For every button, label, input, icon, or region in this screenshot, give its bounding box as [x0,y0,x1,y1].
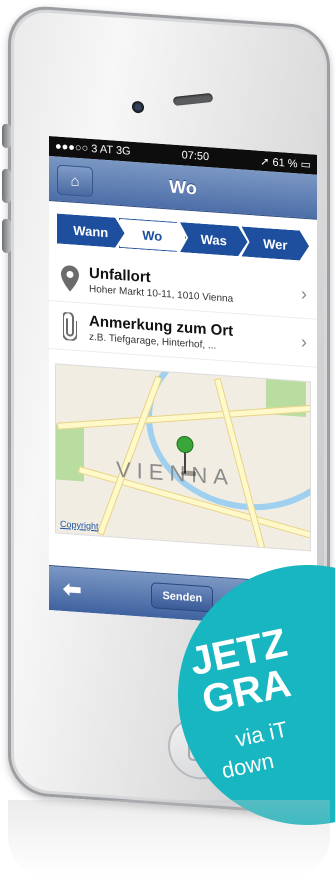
phone-screen: ●●●○○ 3 AT 3G 07:50 ➚ 61 % ▭ ⌂ Wo Wann W… [49,136,317,629]
earpiece-speaker [172,92,214,107]
send-button[interactable]: Senden [151,582,214,613]
step-tabs: Wann Wo Was Wer [57,214,309,262]
chevron-right-icon: › [301,331,307,353]
map-copyright-link[interactable]: Copyright [60,519,99,532]
volume-up-button [2,168,11,204]
chevron-right-icon: › [301,283,307,305]
map-pin-icon[interactable] [174,435,199,482]
front-camera [132,100,144,114]
location-pin-icon [59,263,81,293]
home-icon: ⌂ [70,172,80,190]
back-arrow-icon[interactable]: ⬅ [63,576,81,603]
battery-indicator: ➚ 61 % ▭ [260,155,311,171]
tab-was[interactable]: Was [180,222,248,257]
map-view[interactable]: VIENNA Copyright [55,363,311,552]
tab-wann[interactable]: Wann [57,214,125,249]
clock: 07:50 [181,149,210,164]
phone-reflection [8,800,330,877]
volume-down-button [2,218,11,254]
tab-wo[interactable]: Wo [119,218,187,253]
mute-switch [2,123,11,149]
map-road [96,375,163,536]
badge-line-3: via iT [233,716,290,752]
tab-wer[interactable]: Wer [242,226,310,261]
carrier-label: ●●●○○ 3 AT 3G [55,140,131,158]
badge-line-4: down [219,747,276,784]
home-nav-button[interactable]: ⌂ [57,164,93,198]
paperclip-icon [59,311,81,341]
